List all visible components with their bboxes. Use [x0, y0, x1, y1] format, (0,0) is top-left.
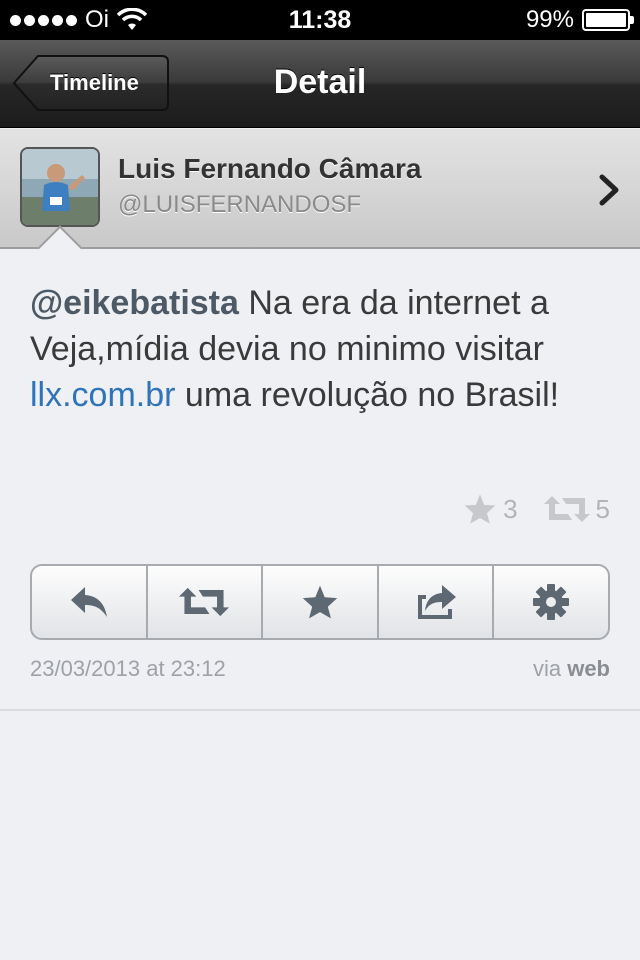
retweets-count-group: 5	[543, 493, 610, 525]
gear-icon	[533, 584, 570, 620]
tweet-text: @eikebatista Na era da internet a Veja,m…	[30, 280, 620, 418]
tweet-date: 23/03/2013 at 23:12	[30, 656, 226, 681]
profile-handle: @LUISFERNANDOSF	[118, 191, 362, 218]
via-prefix: via	[532, 656, 562, 681]
profile-header[interactable]: Luis Fernando Câmara @LUISFERNANDOSF	[0, 129, 640, 249]
battery-icon	[582, 9, 634, 31]
status-bar: Oi 11:38 99%	[0, 0, 640, 40]
chevron-right-icon[interactable]	[598, 173, 622, 207]
navigation-bar: Timeline Detail	[0, 40, 640, 128]
star-icon	[302, 585, 338, 619]
tweet-mention[interactable]: @eikebatista	[30, 284, 239, 322]
tweet-text-part2: uma revolução no Brasil!	[175, 376, 560, 414]
favorites-count-group: 3	[463, 493, 518, 525]
tweet-counts: 3 5	[445, 493, 610, 525]
reply-icon	[70, 587, 107, 617]
retweet-button[interactable]	[148, 566, 264, 638]
retweet-icon	[179, 587, 230, 617]
via-source[interactable]: web	[567, 656, 610, 681]
star-icon	[464, 494, 496, 524]
retweet-icon	[543, 496, 590, 522]
profile-name: Luis Fernando Câmara	[118, 153, 422, 184]
divider	[0, 709, 640, 711]
share-icon	[417, 585, 456, 619]
favorites-count: 3	[503, 493, 518, 524]
settings-button[interactable]	[494, 566, 608, 638]
page-title: Detail	[273, 63, 367, 101]
tweet-source: via web	[533, 656, 610, 682]
favorite-button[interactable]	[263, 566, 379, 638]
reply-button[interactable]	[32, 566, 148, 638]
battery-percent: 99%	[525, 6, 574, 33]
share-button[interactable]	[379, 566, 495, 638]
retweets-count: 5	[595, 493, 610, 524]
tweet-link[interactable]: llx.com.br	[30, 376, 175, 414]
avatar[interactable]	[20, 147, 100, 227]
action-toolbar	[30, 564, 610, 640]
